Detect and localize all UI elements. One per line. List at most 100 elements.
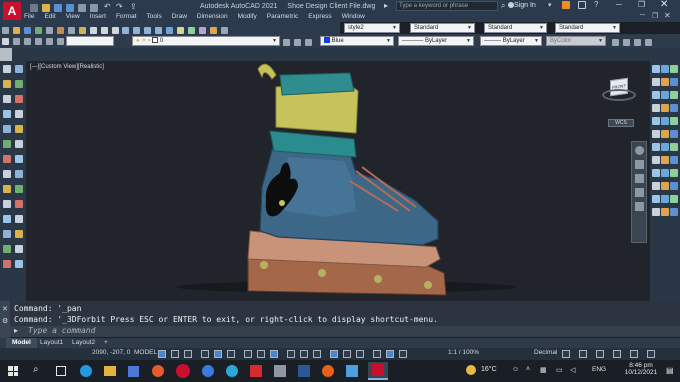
- rotate-icon[interactable]: [652, 91, 660, 99]
- erase-icon[interactable]: [652, 65, 660, 73]
- task-view-icon[interactable]: [56, 366, 66, 376]
- walk-icon[interactable]: [661, 208, 669, 216]
- dynamic-ucs-toggle-icon[interactable]: [343, 350, 351, 358]
- pan-icon[interactable]: [635, 160, 644, 169]
- annotation-scale[interactable]: 1:1 / 100%: [448, 349, 479, 356]
- dynamic-input-toggle-icon[interactable]: [201, 350, 209, 358]
- design-center-icon[interactable]: [177, 27, 185, 34]
- close-window-icon[interactable]: ✕: [660, 0, 668, 10]
- object-snap-tracking-toggle-icon[interactable]: [257, 350, 265, 358]
- layer-match-icon[interactable]: [293, 39, 301, 46]
- slice-icon[interactable]: [652, 182, 660, 190]
- zoom-window-icon[interactable]: [144, 27, 152, 34]
- layer-select[interactable]: ● ☀ ▫ 0 ▼: [132, 36, 280, 46]
- viewcube-compass[interactable]: [602, 89, 636, 101]
- transparency-toggle-icon[interactable]: [300, 350, 308, 358]
- save-icon[interactable]: [54, 4, 62, 12]
- isodraft-toggle-icon[interactable]: [244, 350, 252, 358]
- table-style-select[interactable]: style2 ▼: [344, 23, 400, 33]
- customization-icon[interactable]: [647, 350, 655, 358]
- search-expand-icon[interactable]: ▸: [384, 1, 388, 10]
- paste-icon[interactable]: [78, 27, 86, 34]
- arc-icon[interactable]: [15, 95, 23, 103]
- sign-in-dropdown-icon[interactable]: ▾: [548, 1, 552, 9]
- network-icon[interactable]: ▦: [540, 366, 547, 374]
- extend-icon[interactable]: [661, 104, 669, 112]
- volume-icon[interactable]: ◁: [570, 366, 575, 374]
- redo-icon[interactable]: ↷: [116, 2, 123, 11]
- revision-cloud-icon[interactable]: [15, 110, 23, 118]
- doc-restore-icon[interactable]: ❐: [652, 12, 658, 20]
- opera-icon[interactable]: [176, 364, 190, 378]
- people-icon[interactable]: ☺: [512, 366, 519, 373]
- input-language[interactable]: ENG: [592, 366, 606, 373]
- wcs-menu[interactable]: WCS: [608, 119, 634, 127]
- layer-previous-icon[interactable]: [23, 38, 31, 45]
- copy-icon[interactable]: [661, 65, 669, 73]
- torus-icon[interactable]: [652, 156, 660, 164]
- mirror-icon[interactable]: [670, 65, 678, 73]
- showmotion-icon[interactable]: [635, 202, 644, 211]
- object-snap-toggle-icon[interactable]: [270, 350, 278, 358]
- point-icon[interactable]: [15, 155, 23, 163]
- search-input[interactable]: Type a keyword or phrase: [396, 1, 498, 11]
- break-icon[interactable]: [670, 104, 678, 112]
- ucs-previous-icon[interactable]: [633, 39, 641, 46]
- layer-isolate-icon[interactable]: [34, 38, 42, 45]
- ellipse-arc-icon[interactable]: [3, 140, 11, 148]
- menu-tools[interactable]: Tools: [147, 12, 162, 22]
- quick-properties-icon[interactable]: [562, 350, 570, 358]
- new-file-icon[interactable]: [30, 4, 38, 12]
- tool-palettes-icon[interactable]: [188, 27, 196, 34]
- snap-toggle-icon[interactable]: [171, 350, 179, 358]
- grid-toggle-icon[interactable]: [158, 350, 166, 358]
- units-select[interactable]: Decimal: [534, 349, 557, 356]
- layer-off-icon[interactable]: [56, 38, 64, 45]
- lock-ui-icon[interactable]: [579, 350, 587, 358]
- tab-layout2[interactable]: Layout2: [66, 338, 101, 348]
- auto-scale-toggle-icon[interactable]: [399, 350, 407, 358]
- explode-icon[interactable]: [652, 130, 660, 138]
- match-properties-icon[interactable]: [89, 27, 97, 34]
- web-mobile-icon[interactable]: [78, 4, 86, 12]
- show-hidden-icons[interactable]: ˄: [526, 366, 530, 373]
- move-icon[interactable]: [670, 78, 678, 86]
- materials-icon[interactable]: [661, 195, 669, 203]
- polyline-icon[interactable]: [3, 80, 11, 88]
- selection-filter-toggle-icon[interactable]: [356, 350, 364, 358]
- make-block-icon[interactable]: [3, 155, 11, 163]
- firefox-icon[interactable]: [152, 365, 164, 377]
- isolate-objects-icon[interactable]: [596, 350, 604, 358]
- array-icon[interactable]: [661, 78, 669, 86]
- gizmo-toggle-icon[interactable]: [373, 350, 381, 358]
- weather-icon[interactable]: [466, 365, 476, 375]
- lineweight-select[interactable]: ──── ByLayer ▼: [480, 36, 542, 46]
- fly-icon[interactable]: [670, 208, 678, 216]
- search-icon[interactable]: ⌕: [501, 1, 505, 11]
- dim-style-select[interactable]: Standard ▼: [484, 23, 547, 33]
- trim-icon[interactable]: [652, 104, 660, 112]
- offset-icon[interactable]: [652, 78, 660, 86]
- text-style-select[interactable]: Standard ▼: [410, 23, 475, 33]
- store-icon[interactable]: [128, 366, 139, 377]
- menu-window[interactable]: Window: [342, 12, 365, 22]
- union-icon[interactable]: [652, 169, 660, 177]
- menu-parametric[interactable]: Parametric: [267, 12, 298, 22]
- edge-browser-icon[interactable]: [80, 365, 92, 377]
- erase-icon[interactable]: [3, 215, 11, 223]
- join-icon[interactable]: [652, 117, 660, 125]
- make-current-icon[interactable]: [283, 39, 290, 46]
- viewport-label[interactable]: [—][Custom View][Realistic]: [30, 64, 104, 70]
- intersect-icon[interactable]: [670, 169, 678, 177]
- restore-window-icon[interactable]: ❐: [638, 0, 645, 9]
- linetype-select[interactable]: ───── ByLayer ▼: [398, 36, 474, 46]
- windows-start-icon[interactable]: [8, 366, 18, 376]
- plotstyle-select[interactable]: ByColor ▼: [546, 36, 606, 46]
- markup-icon[interactable]: [210, 27, 218, 34]
- preview-icon[interactable]: [45, 27, 53, 34]
- ucs-icon[interactable]: [612, 39, 619, 46]
- help-icon[interactable]: ?: [594, 0, 598, 9]
- lineweight-toggle-icon[interactable]: [287, 350, 295, 358]
- scale-icon[interactable]: [661, 91, 669, 99]
- media-player-icon[interactable]: [322, 365, 334, 377]
